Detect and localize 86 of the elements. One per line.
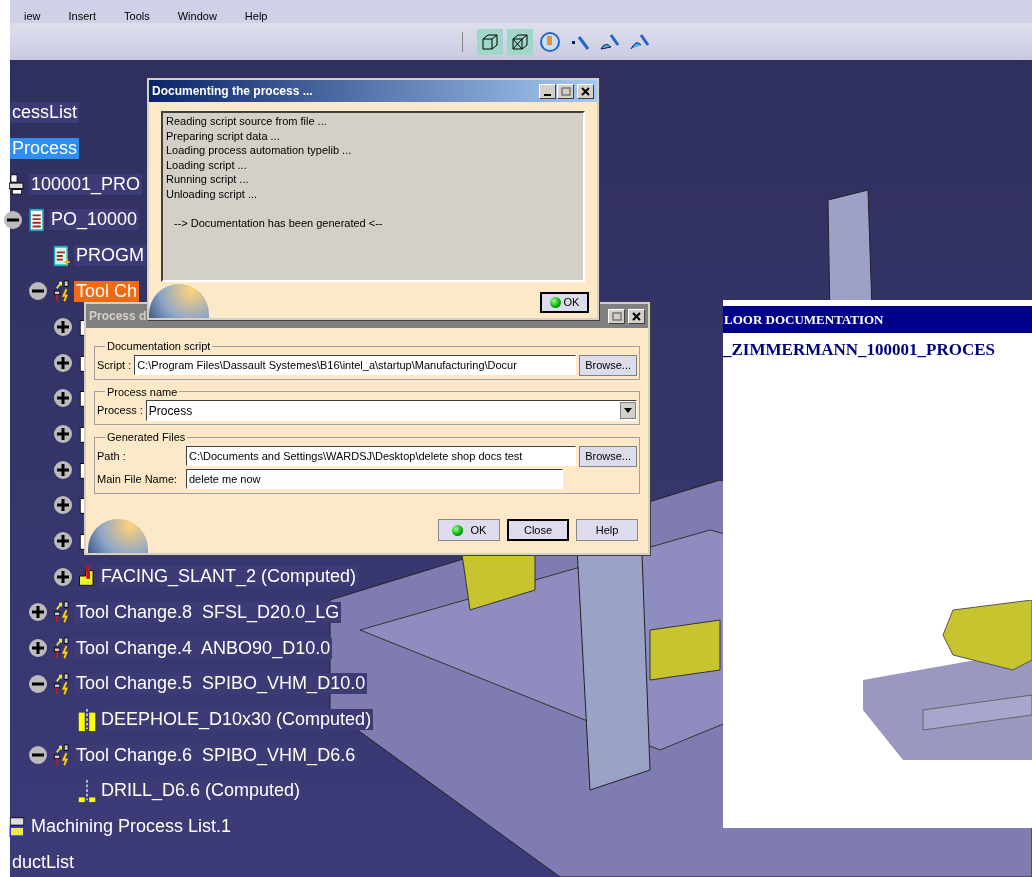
expand-icon[interactable] (29, 639, 47, 658)
log-line: Preparing script data ... (166, 128, 281, 143)
document-header: LOOR DOCUMENTATION (723, 306, 1032, 333)
log-line: Running script ... (166, 172, 250, 187)
dialog-button[interactable]: OK (438, 519, 500, 541)
process-dropdown[interactable]: Process (145, 400, 637, 421)
collapse-icon[interactable] (29, 282, 47, 301)
dropdown-button[interactable] (620, 402, 636, 419)
close-button[interactable] (577, 83, 594, 99)
expand-icon[interactable] (54, 353, 72, 372)
minimize-icon (544, 93, 551, 96)
field-label: Path : (97, 448, 127, 464)
drill-icon (78, 778, 96, 803)
menu-item[interactable]: iew (24, 10, 41, 23)
expand-icon[interactable] (54, 425, 72, 444)
text-field[interactable]: C:\Program Files\Dassault Systemes\B16\intel_a\startup\Manufacturing\Docur (134, 355, 577, 375)
tree-item[interactable]: PO_10000 (49, 209, 140, 231)
minimize-button[interactable] (539, 83, 556, 99)
tree-item[interactable]: Tool Change.5 SPIBO_VHM_D10.0 (74, 673, 368, 695)
close-icon (581, 86, 590, 96)
close-icon (632, 311, 641, 321)
group-title: Generated Files (106, 430, 187, 445)
facing-operation-icon (78, 564, 96, 589)
tool-change-icon (53, 636, 71, 661)
dialog-title: Documenting the process ... (152, 83, 313, 100)
tool-change-icon (53, 743, 71, 768)
log-line: Loading process automation typelib ... (166, 143, 353, 158)
deep-hole-icon (78, 707, 96, 732)
maximize-button[interactable] (608, 308, 625, 324)
tool-change-icon (53, 671, 71, 696)
browse-button[interactable]: Browse... (579, 354, 637, 376)
tree-item[interactable]: PROGM (74, 245, 146, 267)
document-title: _ZIMMERMANN_100001_PROCES (723, 339, 996, 361)
document-add-icon (53, 243, 71, 268)
expand-icon[interactable] (54, 389, 72, 408)
expand-icon[interactable] (54, 317, 72, 336)
expand-icon[interactable] (54, 460, 72, 479)
dialog-button[interactable]: Close (507, 519, 569, 541)
dialog-button[interactable]: Help (576, 519, 638, 541)
expand-icon[interactable] (54, 567, 72, 586)
log-line: Reading script source from file ... (166, 114, 328, 129)
globe-icon (88, 519, 148, 553)
tree-item[interactable]: cessList (10, 102, 80, 124)
menu-item[interactable]: Insert (68, 10, 97, 23)
tool-change-icon (53, 279, 71, 304)
toolbar-button[interactable] (477, 28, 503, 55)
group-title: Documentation script (106, 339, 212, 354)
machine-icon (8, 172, 26, 197)
globe-icon (149, 284, 209, 318)
menu-item[interactable]: Help (244, 10, 268, 23)
process-list-icon (8, 814, 26, 839)
menu-item[interactable]: Tools (124, 10, 150, 23)
field-label: Script : (97, 357, 132, 373)
collapse-icon[interactable] (29, 746, 47, 765)
expand-icon[interactable] (54, 532, 72, 551)
tree-item[interactable]: DEEPHOLE_D10x30 (Computed) (99, 709, 374, 731)
close-button[interactable] (628, 308, 645, 324)
maximize-icon (611, 311, 622, 321)
tool-change-icon (53, 600, 71, 625)
machine-view-icon (539, 30, 561, 53)
field-label: Process : (97, 403, 143, 419)
tree-item[interactable]: Tool Change.4 ANBO90_D10.0 (74, 637, 333, 659)
tree-item[interactable]: Machining Process List.1 (29, 816, 234, 838)
field-label: Main File Name: (97, 471, 179, 487)
text-field[interactable]: C:\Documents and Settings\WARDSJ\Desktop\delete shop docs test (186, 446, 577, 466)
tree-item[interactable]: Tool Change.8 SFSL_D20.0_LG (74, 601, 342, 623)
dialog-title: Process d (89, 308, 147, 325)
document-icon (28, 207, 46, 232)
tree-item[interactable]: 100001_PRO (29, 173, 143, 195)
menu-item[interactable]: Window (177, 10, 217, 23)
toolbar-button[interactable] (507, 28, 533, 55)
log-line: --> Documentation has been generated <-- (173, 215, 384, 230)
log-line: Loading script ... (166, 157, 248, 172)
maximize-button[interactable] (557, 83, 574, 99)
log-line: Unloading script ... (166, 186, 259, 201)
browse-button[interactable]: Browse... (579, 445, 637, 467)
collapse-icon[interactable] (4, 210, 22, 229)
ok-button[interactable]: OK (540, 292, 589, 313)
text-field[interactable]: delete me now (186, 469, 563, 489)
maximize-icon (560, 86, 571, 96)
collapse-icon[interactable] (29, 674, 47, 693)
expand-icon[interactable] (29, 603, 47, 622)
tree-item[interactable]: FACING_SLANT_2 (Computed) (99, 566, 359, 588)
group-title: Process name (106, 384, 179, 400)
caret-icon (624, 408, 632, 413)
expand-icon[interactable] (54, 496, 72, 515)
